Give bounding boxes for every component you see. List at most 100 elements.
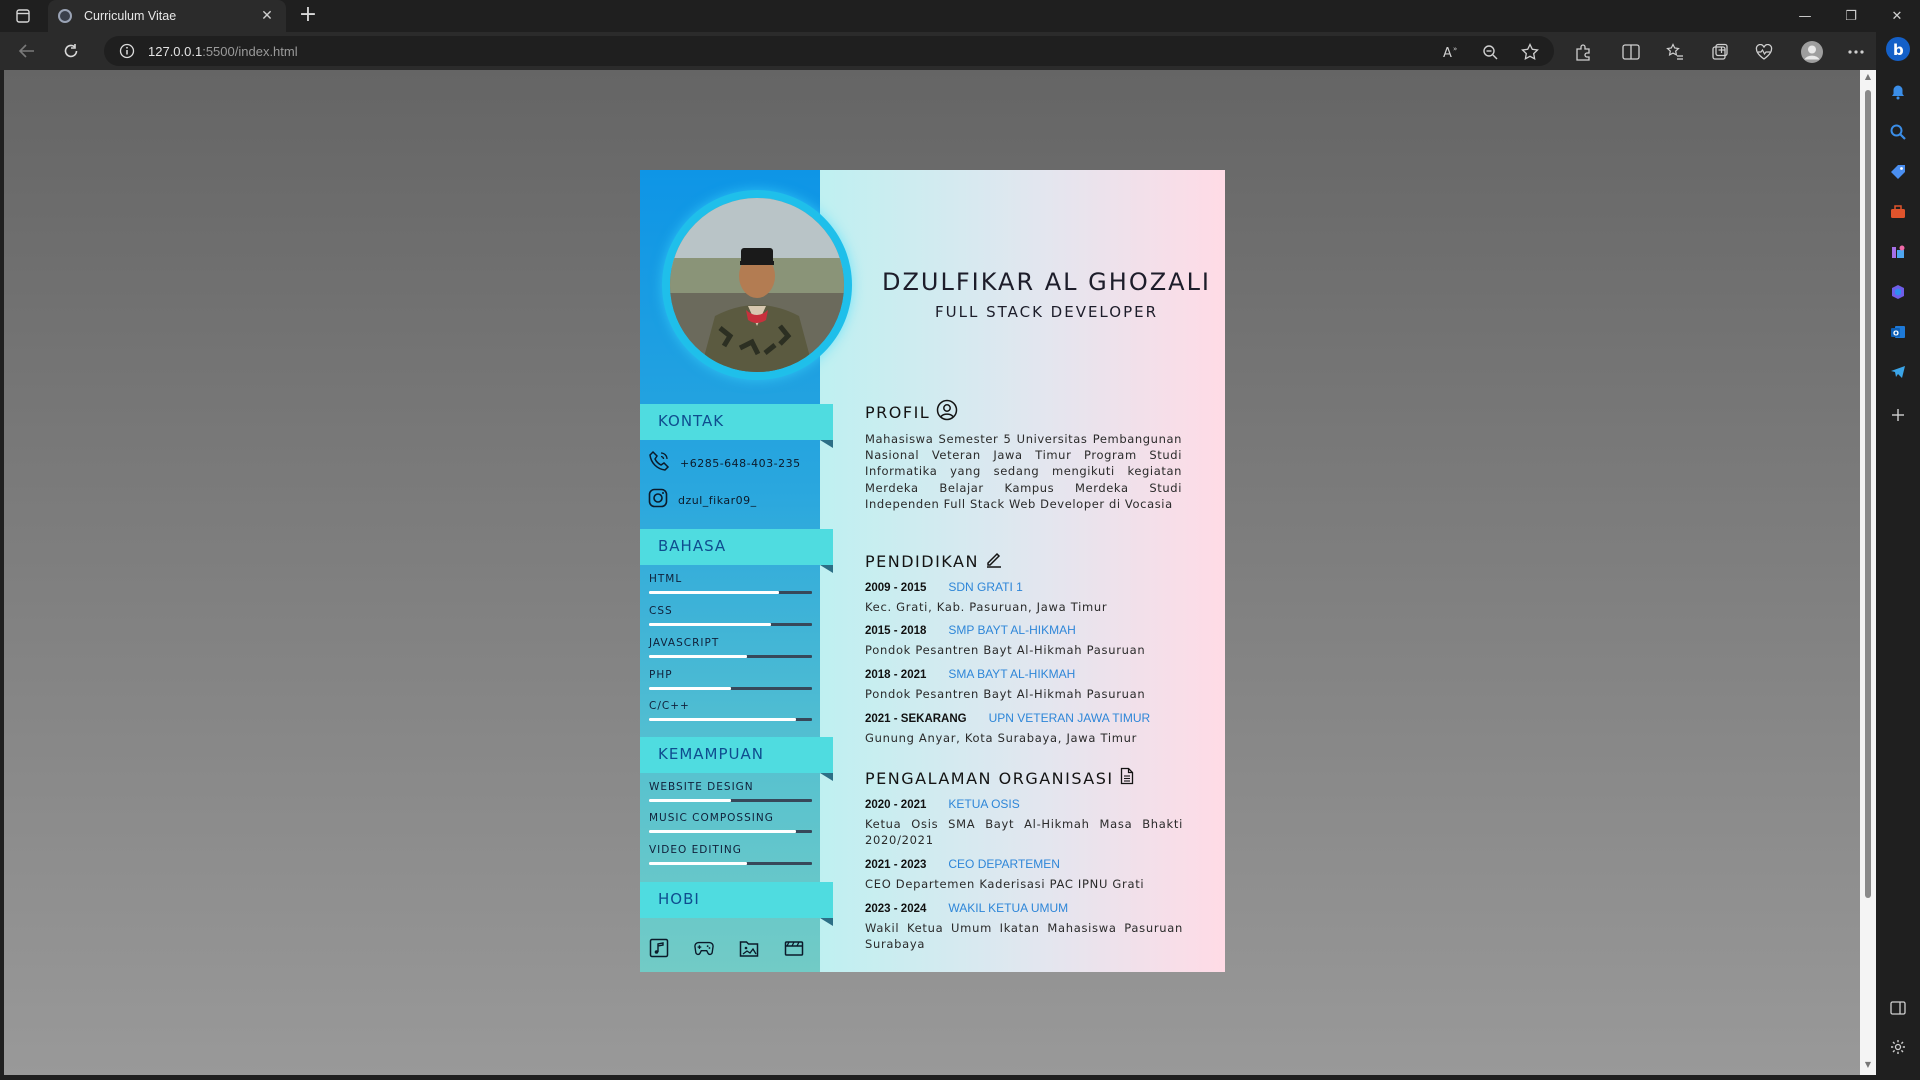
url-host: 127.0.0.1 bbox=[148, 43, 203, 59]
entry-institution: WAKIL KETUA UMUM bbox=[948, 901, 1069, 915]
cv-role: FULL STACK DEVELOPER bbox=[934, 303, 1159, 321]
notification-bell-icon[interactable] bbox=[1887, 81, 1909, 103]
favicon-icon bbox=[58, 9, 72, 23]
zoom-out-icon[interactable] bbox=[1479, 41, 1501, 63]
skill-bar-fill bbox=[649, 655, 747, 658]
entry-years: 2009 - 2015 bbox=[865, 582, 927, 594]
entry-institution: SDN GRATI 1 bbox=[948, 580, 1023, 594]
copilot-icon[interactable]: b bbox=[1885, 36, 1911, 62]
favorite-star-icon[interactable] bbox=[1519, 41, 1541, 63]
skill-video-editing: VIDEO EDITING bbox=[649, 844, 812, 865]
minimize-button[interactable]: — bbox=[1782, 0, 1828, 32]
scroll-up-arrow-icon[interactable]: ▲ bbox=[1863, 72, 1873, 81]
hobi-heading: HOBI bbox=[640, 882, 833, 926]
profil-text: Mahasiswa Semester 5 Universitas Pembang… bbox=[865, 432, 1182, 511]
pendidikan-entry: 2009 - 2015 SDN GRATI 1 Kec. Grati, Kab. … bbox=[865, 580, 1195, 616]
cv-card: DZULFIKAR AL GHOZALI FULL STACK DEVELOPE… bbox=[640, 170, 1225, 972]
entry-years: 2015 - 2018 bbox=[865, 625, 927, 637]
skill-bar bbox=[649, 687, 812, 690]
skill-bar-fill bbox=[649, 623, 772, 626]
pendidikan-heading: PENDIDIKAN bbox=[865, 550, 1003, 572]
maximize-button[interactable]: ❐ bbox=[1828, 0, 1874, 32]
entry-years: 2018 - 2021 bbox=[865, 669, 927, 681]
more-options-icon[interactable] bbox=[1845, 41, 1867, 63]
skill-label: WEBSITE DESIGN bbox=[649, 781, 754, 793]
user-circle-icon bbox=[936, 399, 958, 425]
skill-bar bbox=[649, 623, 812, 626]
skill-label: PHP bbox=[649, 669, 673, 681]
search-icon[interactable] bbox=[1887, 121, 1909, 143]
close-tab-icon[interactable]: ✕ bbox=[258, 8, 276, 24]
collections-icon[interactable] bbox=[1709, 41, 1731, 63]
tab-actions-icon[interactable] bbox=[12, 6, 34, 26]
skill-bar bbox=[649, 591, 812, 594]
pendidikan-title: PENDIDIKAN bbox=[865, 551, 979, 571]
skill-bar bbox=[649, 799, 812, 802]
skill-bar bbox=[649, 718, 812, 721]
svg-text:b: b bbox=[1893, 41, 1904, 59]
site-info-icon[interactable] bbox=[112, 43, 142, 59]
bahasa-heading: BAHASA bbox=[640, 529, 833, 573]
entry-description: Wakil Ketua Umum Ikatan Mahasiswa Pasuru… bbox=[865, 921, 1183, 951]
kemampuan-heading: KEMAMPUAN bbox=[640, 737, 833, 781]
new-tab-button[interactable]: + bbox=[294, 2, 322, 30]
kontak-heading: KONTAK bbox=[640, 404, 833, 448]
profile-photo bbox=[670, 198, 844, 372]
refresh-icon[interactable] bbox=[58, 39, 84, 63]
skill-css: CSS bbox=[649, 605, 812, 626]
phone-number: +6285-648-403-235 bbox=[680, 456, 801, 470]
instagram-handle: dzul_fikar09_ bbox=[678, 493, 757, 507]
outlook-icon[interactable]: O bbox=[1887, 321, 1909, 343]
entry-institution: CEO DEPARTEMEN bbox=[948, 857, 1060, 871]
close-window-button[interactable]: ✕ bbox=[1874, 0, 1920, 32]
telegram-icon[interactable] bbox=[1887, 361, 1909, 383]
profile-avatar-icon[interactable] bbox=[1799, 39, 1825, 65]
entry-description: Kec. Grati, Kab. Pasuruan, Jawa Timur bbox=[865, 600, 1108, 614]
office-icon[interactable] bbox=[1887, 281, 1909, 303]
cv-name: DZULFIKAR AL GHOZALI bbox=[881, 268, 1212, 296]
games-icon[interactable] bbox=[1887, 241, 1909, 263]
back-icon[interactable] bbox=[14, 39, 40, 63]
gamepad-icon bbox=[694, 938, 714, 958]
profile-photo-ring bbox=[662, 190, 852, 380]
read-aloud-icon[interactable]: A» bbox=[1440, 41, 1462, 63]
skill-bar-fill bbox=[649, 862, 747, 865]
skill-cpp: C/C++ bbox=[649, 700, 812, 721]
skill-javascript: JAVASCRIPT bbox=[649, 637, 812, 658]
browser-toolbar: 127.0.0.1:5500/index.html A» bbox=[0, 32, 1920, 70]
entry-years: 2021 - 2023 bbox=[865, 859, 927, 871]
bahasa-title: BAHASA bbox=[658, 537, 727, 555]
organisasi-entry: 2021 - 2023 CEO DEPARTEMEN CEO Departemen… bbox=[865, 857, 1195, 893]
vertical-scrollbar[interactable]: ▲ ▼ bbox=[1860, 70, 1876, 1075]
organisasi-entry: 2023 - 2024 WAKIL KETUA UMUM Wakil Ketua … bbox=[865, 901, 1195, 952]
address-bar[interactable]: 127.0.0.1:5500/index.html bbox=[104, 36, 1554, 66]
hide-sidebar-icon[interactable] bbox=[1887, 997, 1909, 1019]
split-screen-icon[interactable] bbox=[1620, 41, 1642, 63]
shopping-tag-icon[interactable] bbox=[1887, 161, 1909, 183]
pendidikan-entry: 2018 - 2021 SMA BAYT AL-HIKMAH Pondok Pes… bbox=[865, 667, 1195, 703]
entry-institution: UPN VETERAN JAWA TIMUR bbox=[988, 711, 1151, 725]
entry-years: 2023 - 2024 bbox=[865, 903, 927, 915]
add-sidebar-item-icon[interactable] bbox=[1887, 404, 1909, 426]
entry-institution: KETUA OSIS bbox=[948, 797, 1020, 811]
browser-tab[interactable]: Curriculum Vitae ✕ bbox=[48, 0, 286, 32]
tools-icon[interactable] bbox=[1887, 201, 1909, 223]
favorites-list-icon[interactable] bbox=[1664, 41, 1686, 63]
svg-text:A: A bbox=[1443, 46, 1452, 60]
skill-bar-fill bbox=[649, 799, 731, 802]
settings-gear-icon[interactable] bbox=[1887, 1036, 1909, 1058]
skill-bar bbox=[649, 862, 812, 865]
svg-text:O: O bbox=[1893, 330, 1899, 338]
entry-description: Gunung Anyar, Kota Surabaya, Jawa Timur bbox=[865, 731, 1138, 745]
extensions-icon[interactable] bbox=[1572, 41, 1594, 63]
profil-heading: PROFIL bbox=[865, 399, 958, 425]
entry-years: 2020 - 2021 bbox=[865, 799, 927, 811]
window-bottom-edge bbox=[0, 1075, 1876, 1080]
contact-phone: +6285-648-403-235 bbox=[648, 450, 801, 476]
scrollbar-thumb[interactable] bbox=[1865, 90, 1871, 898]
phone-icon bbox=[648, 450, 670, 476]
browser-essentials-icon[interactable] bbox=[1753, 41, 1775, 63]
scroll-down-arrow-icon[interactable]: ▼ bbox=[1863, 1060, 1873, 1069]
skill-php: PHP bbox=[649, 669, 812, 690]
skill-bar-fill bbox=[649, 830, 796, 833]
